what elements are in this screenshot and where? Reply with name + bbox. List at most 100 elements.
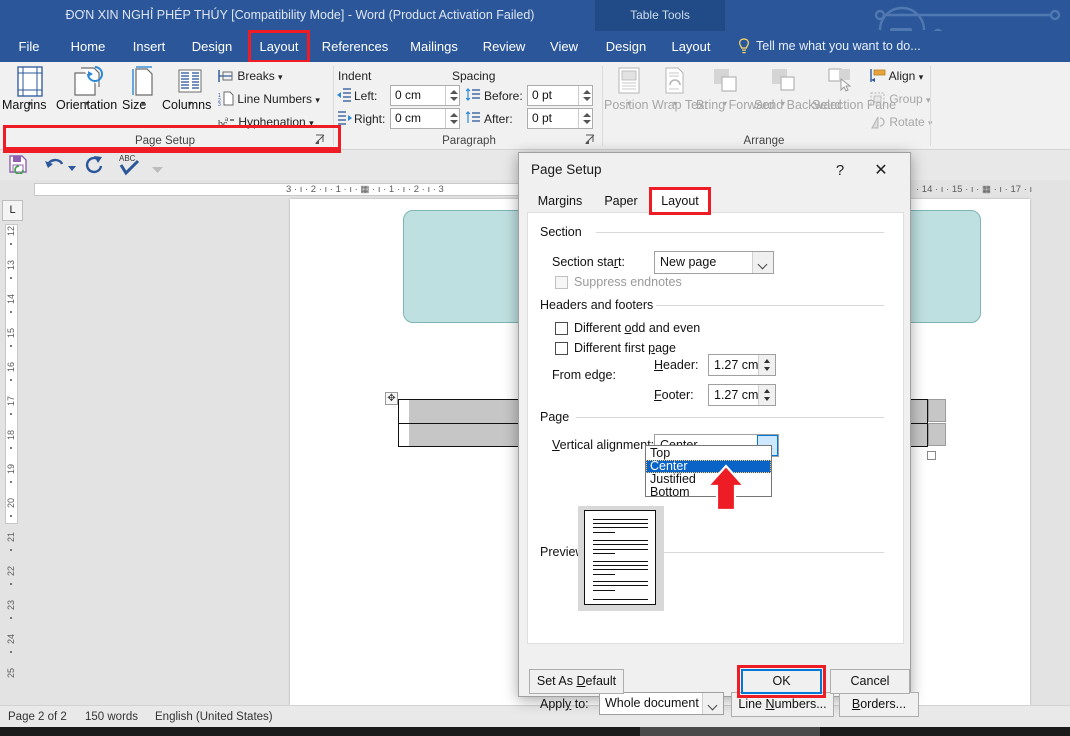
tab-view[interactable]: View — [540, 31, 588, 62]
status-word-count[interactable]: 150 words — [85, 706, 138, 728]
group-button[interactable]: Group ▾ — [870, 88, 931, 110]
breaks-button[interactable]: Breaks ▾ — [218, 65, 283, 87]
tab-stop-selector-button[interactable]: L — [2, 200, 23, 221]
question-mark-icon[interactable]: ? — [828, 159, 852, 183]
dialog-tab-paper[interactable]: Paper — [595, 189, 647, 213]
paragraph-dialog-launcher-icon[interactable] — [585, 134, 597, 146]
different-odd-even-checkbox[interactable] — [555, 322, 568, 335]
footer-distance-value: 1.27 cm — [714, 388, 759, 402]
spacing-after-stepper[interactable] — [578, 109, 592, 128]
redo-icon[interactable] — [84, 154, 104, 179]
line-numbers-icon: 1 2 3 — [218, 91, 234, 108]
align-button[interactable]: Align ▾ — [870, 65, 923, 87]
margins-button[interactable]: Margins ▾ — [2, 65, 58, 112]
spacing-before-input[interactable]: 0 pt — [527, 85, 593, 106]
orientation-button[interactable]: Orientation ▾ — [56, 65, 118, 112]
indent-right-input[interactable]: 0 cm — [390, 108, 460, 129]
lightbulb-icon — [738, 38, 750, 54]
apply-to-value: Whole document — [605, 696, 699, 710]
tab-insert[interactable]: Insert — [124, 31, 174, 62]
tab-design[interactable]: Design — [184, 31, 240, 62]
page-group-label: Page — [540, 409, 575, 425]
apply-to-combo[interactable]: Whole document — [599, 692, 724, 715]
word-application-window: ĐƠN XIN NGHỈ PHÉP THÚY [Compatibility Mo… — [0, 0, 1070, 736]
chevron-down-icon[interactable] — [702, 693, 723, 714]
tab-mailings[interactable]: Mailings — [400, 31, 468, 62]
page-setup-dialog-launcher-icon[interactable] — [315, 134, 327, 146]
header-distance-stepper[interactable] — [758, 355, 775, 375]
table-move-handle[interactable]: ✥ — [385, 392, 398, 405]
spacing-before-stepper[interactable] — [578, 86, 592, 105]
hyphenation-label: Hyphenation — [238, 115, 306, 129]
spelling-check-icon[interactable]: ABC — [118, 152, 140, 181]
ribbon-tab-strip: File Home Insert Design Layout Reference… — [0, 30, 1070, 63]
different-first-page-checkbox[interactable] — [555, 342, 568, 355]
hyphenation-button[interactable]: bc a Hyphenation ▾ — [218, 111, 314, 133]
borders-button[interactable]: Borders... — [839, 692, 919, 717]
header-label: Header: — [654, 358, 699, 372]
titlebar-decoration — [874, 6, 1061, 31]
set-as-default-button[interactable]: Set As Default — [529, 669, 624, 694]
close-icon[interactable]: ✕ — [868, 159, 894, 183]
tab-review[interactable]: Review — [476, 31, 532, 62]
line-numbers-button[interactable]: 1 2 3 Line Numbers ▾ — [218, 88, 320, 110]
spacing-before-icon — [466, 88, 480, 101]
tab-table-tools-design[interactable]: Design — [598, 31, 654, 62]
undo-icon[interactable] — [44, 154, 66, 179]
indent-left-icon — [337, 88, 351, 102]
svg-text:a: a — [225, 115, 229, 123]
tab-table-tools-layout[interactable]: Layout — [662, 31, 720, 62]
indent-header: Indent — [338, 69, 372, 83]
tell-me-search[interactable]: Tell me what you want to do... — [756, 31, 921, 62]
suppress-endnotes-checkbox[interactable] — [555, 276, 568, 289]
chevron-down-icon[interactable] — [752, 252, 773, 273]
columns-label: Columns — [162, 98, 212, 112]
tab-home[interactable]: Home — [62, 31, 114, 62]
vertical-ruler[interactable]: 12 13 14 15 16 17 18 19 20 21 22 23 24 2… — [3, 224, 19, 694]
send-backward-button[interactable]: Send Backward ▾ — [754, 65, 842, 112]
group-icon — [870, 92, 885, 106]
spacing-after-input[interactable]: 0 pt — [527, 108, 593, 129]
table-row-selector[interactable] — [928, 423, 946, 446]
footer-distance-input[interactable]: 1.27 cm — [708, 384, 776, 406]
page-setup-dialog[interactable]: Page Setup ? ✕ Margins Paper Layout Sect… — [518, 152, 919, 717]
table-row-selector[interactable] — [928, 399, 946, 422]
undo-dropdown-caret-icon[interactable] — [68, 159, 76, 171]
dialog-tabs: Margins Paper Layout — [519, 189, 910, 213]
rotate-button[interactable]: Rotate ▾ — [870, 111, 933, 133]
wrap-text-button[interactable]: Wrap Text ▾ — [652, 65, 708, 112]
customize-qat-icon[interactable] — [152, 161, 163, 179]
status-page-number[interactable]: Page 2 of 2 — [8, 706, 67, 728]
section-start-combo[interactable]: New page — [654, 251, 774, 274]
indent-left-stepper[interactable] — [445, 86, 459, 105]
ok-button[interactable]: OK — [741, 669, 822, 694]
dialog-tab-margins[interactable]: Margins — [529, 189, 591, 213]
position-button[interactable]: Position ▾ — [604, 65, 654, 112]
tab-references[interactable]: References — [316, 31, 394, 62]
columns-button[interactable]: Columns ▾ — [162, 65, 218, 112]
tab-file[interactable]: File — [8, 31, 50, 62]
line-numbers-button-label: Line Numbers... — [738, 697, 827, 711]
hyphenation-caret-icon: ▾ — [309, 118, 314, 128]
line-numbers-button[interactable]: Line Numbers... — [731, 692, 834, 717]
section-start-value: New page — [660, 255, 717, 269]
footer-distance-stepper[interactable] — [758, 385, 775, 405]
size-button[interactable]: Size ▾ — [122, 65, 164, 112]
line-numbers-caret-icon: ▾ — [315, 95, 320, 105]
dialog-tab-layout[interactable]: Layout — [651, 189, 709, 213]
selection-pane-button[interactable]: Selection Pane — [812, 65, 896, 112]
header-distance-input[interactable]: 1.27 cm — [708, 354, 776, 376]
footer-label: Footer: — [654, 388, 694, 402]
indent-left-value: 0 cm — [395, 88, 422, 102]
hyphenation-icon: bc a — [218, 115, 234, 130]
tab-layout[interactable]: Layout — [250, 31, 308, 62]
status-language[interactable]: English (United States) — [155, 706, 273, 728]
bring-forward-button[interactable]: Bring Forward ▾ — [696, 65, 775, 112]
save-icon[interactable] — [8, 154, 28, 179]
indent-right-stepper[interactable] — [445, 109, 459, 128]
section-start-label: Section start: — [552, 255, 625, 269]
cancel-button[interactable]: Cancel — [830, 669, 910, 694]
indent-left-input[interactable]: 0 cm — [390, 85, 460, 106]
table-resize-handle[interactable] — [927, 451, 936, 460]
breaks-caret-icon: ▾ — [278, 72, 283, 82]
